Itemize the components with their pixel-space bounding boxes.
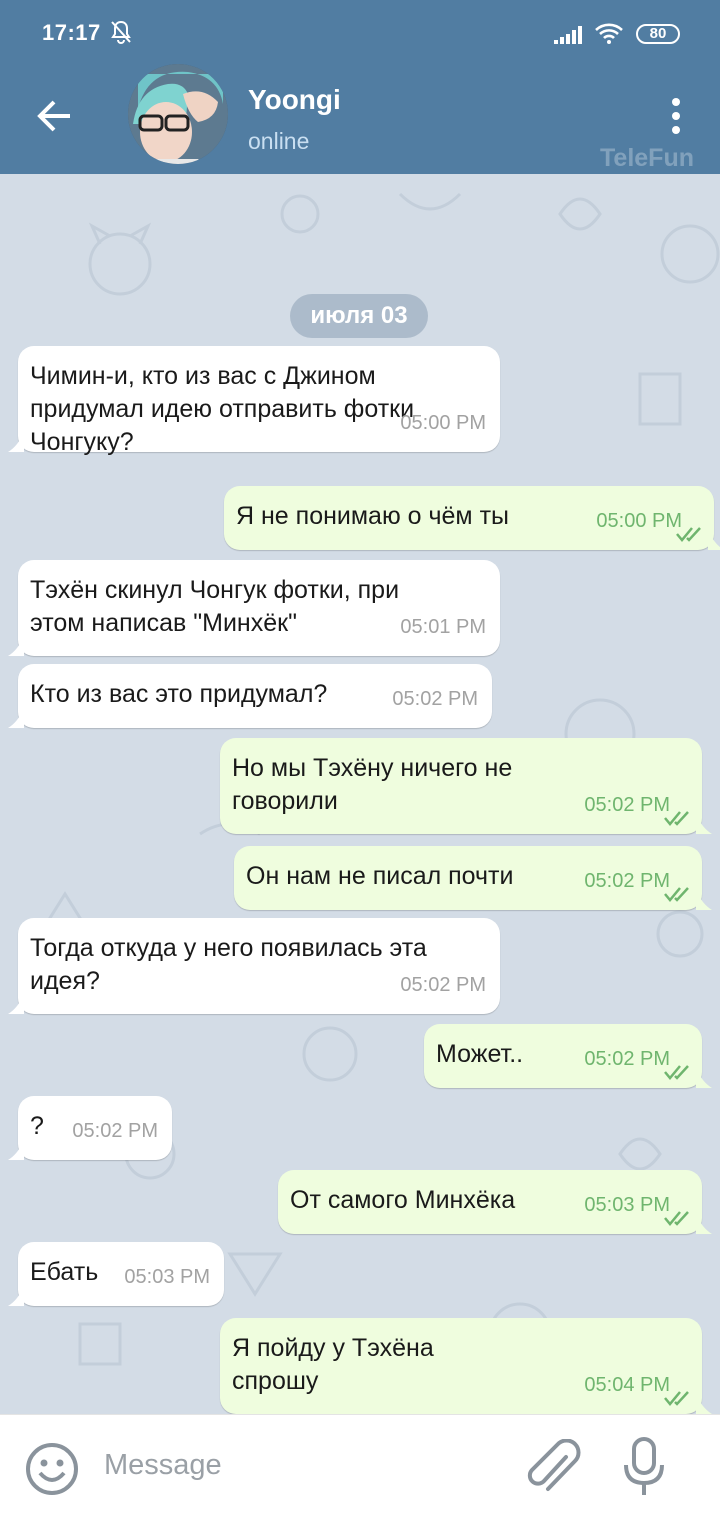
bubble-tail [8, 708, 24, 728]
double-check-icon [664, 1383, 696, 1406]
bubble-tail [8, 432, 24, 452]
message-time: 05:03 PM [584, 1194, 670, 1216]
wifi-icon [595, 23, 623, 44]
contact-status: online [248, 128, 310, 154]
message-text: Он нам не писал почти [246, 862, 514, 890]
bubble-tail [696, 890, 712, 910]
message-time: 05:02 PM [72, 1120, 158, 1142]
paperclip-icon[interactable] [526, 1439, 582, 1499]
chat-header: Yoongi online TeleFun [0, 56, 720, 174]
bubble-tail [696, 814, 712, 834]
outgoing-message[interactable]: Может.. 05:02 PM [424, 1024, 702, 1088]
message-text: Кто из вас это придумал? [30, 680, 328, 708]
watermark: TeleFun [600, 144, 694, 172]
message-text: Ебать [30, 1258, 99, 1286]
message-text: Чимин-и, кто из вас с Джином придумал ид… [30, 362, 415, 456]
message-text: ? [30, 1112, 44, 1140]
more-vertical-icon[interactable] [664, 94, 688, 138]
bubble-tail [8, 1140, 24, 1160]
double-check-icon [676, 519, 708, 542]
message-text: От самого Минхёка [290, 1186, 516, 1214]
contact-name[interactable]: Yoongi [248, 84, 341, 116]
message-text: Тогда откуда у него появилась эта идея? [30, 934, 427, 995]
double-check-icon [664, 1057, 696, 1080]
status-bar: 17:17 80 [0, 0, 720, 56]
battery-indicator: 80 [636, 24, 680, 44]
message-text: Может.. [436, 1040, 524, 1068]
message-text: Я пойду у Тэхёна спрошу [232, 1334, 434, 1395]
message-time: 05:02 PM [584, 1048, 670, 1070]
message-input-bar: Message [0, 1414, 720, 1521]
bubble-tail [8, 994, 24, 1014]
avatar[interactable] [128, 64, 228, 164]
double-check-icon [664, 1203, 696, 1226]
double-check-icon [664, 803, 696, 826]
message-time: 05:02 PM [584, 870, 670, 892]
incoming-message[interactable]: Тэхён скинул Чонгук фотки, при этом напи… [18, 560, 500, 656]
outgoing-message[interactable]: От самого Минхёка 05:03 PM [278, 1170, 702, 1234]
double-check-icon [664, 879, 696, 902]
incoming-message[interactable]: ? 05:02 PM [18, 1096, 172, 1160]
message-time: 05:02 PM [584, 794, 670, 816]
smile-icon[interactable] [24, 1441, 80, 1497]
incoming-message[interactable]: Чимин-и, кто из вас с Джином придумал ид… [18, 346, 500, 456]
bubble-tail [8, 636, 24, 656]
message-time: 05:00 PM [596, 510, 682, 532]
chat-area[interactable]: июля 03 Чимин-и, кто из вас с Джином при… [0, 174, 720, 1414]
bubble-tail [696, 1068, 712, 1088]
message-time: 05:02 PM [392, 688, 478, 710]
arrow-left-icon[interactable] [30, 94, 78, 138]
message-input[interactable]: Message [104, 1449, 222, 1482]
bell-off-icon [111, 20, 131, 44]
signal-icon [554, 26, 582, 44]
message-time: 05:00 PM [400, 412, 486, 434]
incoming-message[interactable]: Ебать 05:03 PM [18, 1242, 224, 1306]
avatar-image [128, 64, 228, 164]
microphone-icon[interactable] [622, 1437, 666, 1499]
message-text: Я не понимаю о чём ты [236, 502, 509, 530]
message-time: 05:02 PM [400, 974, 486, 996]
status-time: 17:17 [42, 20, 101, 45]
outgoing-message[interactable]: Он нам не писал почти 05:02 PM [234, 846, 702, 910]
incoming-message[interactable]: Кто из вас это придумал? 05:02 PM [18, 664, 492, 728]
date-separator: июля 03 [290, 294, 428, 338]
bubble-tail [8, 1286, 24, 1306]
incoming-message[interactable]: Тогда откуда у него появилась эта идея? 0… [18, 918, 500, 1014]
bubble-tail [696, 1214, 712, 1234]
message-time: 05:01 PM [400, 616, 486, 638]
bubble-tail [708, 530, 720, 550]
bubble-tail [696, 1394, 712, 1414]
message-time: 05:04 PM [584, 1374, 670, 1396]
message-text: Но мы Тэхёну ничего не говорили [232, 754, 513, 815]
message-text: Тэхён скинул Чонгук фотки, при этом напи… [30, 576, 400, 637]
outgoing-message[interactable]: Я не понимаю о чём ты 05:00 PM [224, 486, 714, 550]
message-time: 05:03 PM [124, 1266, 210, 1288]
outgoing-message[interactable]: Но мы Тэхёну ничего не говорили 05:02 PM [220, 738, 702, 834]
outgoing-message[interactable]: Я пойду у Тэхёна спрошу 05:04 PM [220, 1318, 702, 1414]
